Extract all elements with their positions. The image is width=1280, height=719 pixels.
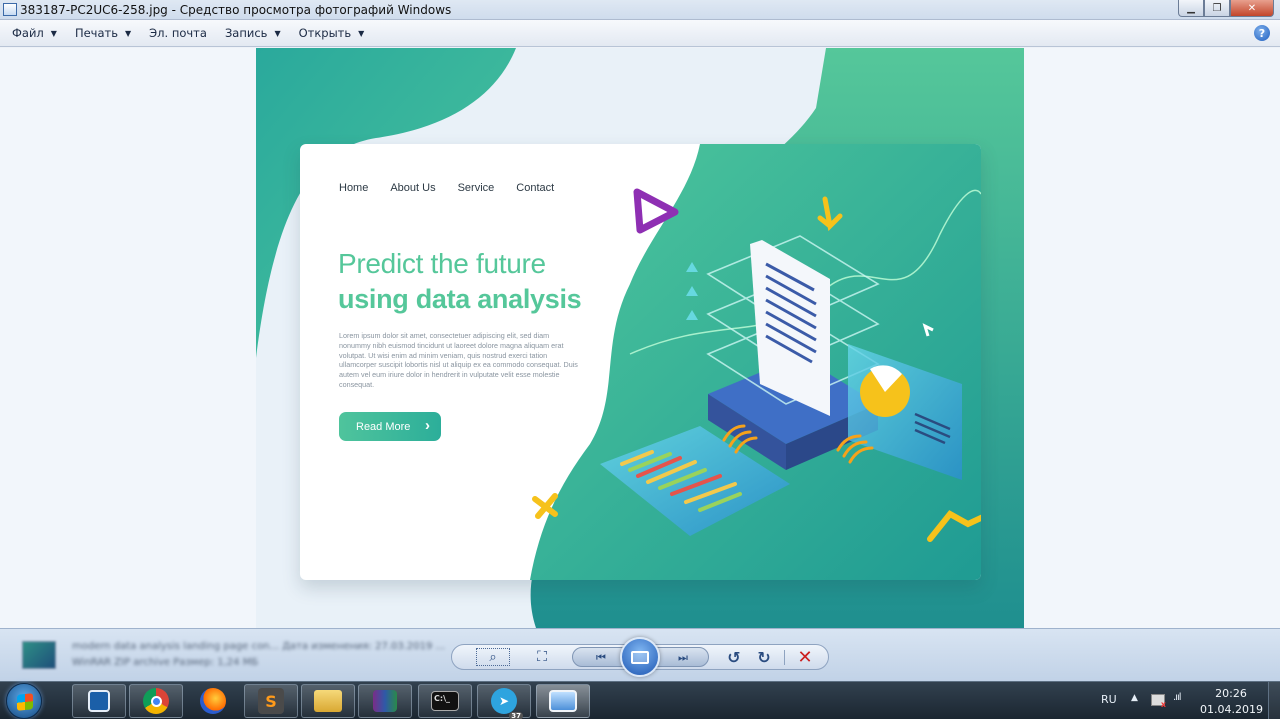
menu-file-label: Файл xyxy=(12,26,44,40)
folder-icon xyxy=(314,690,342,712)
chevron-right-icon: › xyxy=(425,417,430,434)
next-button[interactable]: ⏭ xyxy=(673,646,693,670)
taskbar-telegram[interactable]: ➤ 37 xyxy=(477,684,531,719)
minimize-button[interactable]: ▁ xyxy=(1178,0,1204,17)
previous-button[interactable]: ⏮ xyxy=(591,646,611,670)
chevron-down-icon: ▼ xyxy=(50,28,57,38)
show-desktop-button[interactable] xyxy=(1268,682,1280,719)
slideshow-button[interactable] xyxy=(620,637,660,677)
chevron-down-icon: ▼ xyxy=(274,28,281,38)
nav-about: About Us xyxy=(390,182,436,194)
menu-bar: Файл ▼ Печать ▼ Эл. почта Запись ▼ Откры… xyxy=(0,20,1280,47)
body-paragraph: Lorem ipsum dolor sit amet, consectetuer… xyxy=(339,331,578,389)
read-more-label: Read More xyxy=(356,420,411,433)
start-button[interactable] xyxy=(6,683,42,719)
winrar-icon xyxy=(373,690,397,712)
telegram-glyph: ➤ xyxy=(498,694,510,708)
nav-service: Service xyxy=(457,182,495,194)
delete-button[interactable]: ✕ xyxy=(794,645,816,669)
nav-contact: Contact xyxy=(516,182,555,194)
taskbar-explorer[interactable] xyxy=(301,684,355,718)
slideshow-icon xyxy=(631,650,649,664)
chrome-icon xyxy=(143,688,169,714)
file-thumbnail xyxy=(22,641,56,669)
taskbar-photo-viewer[interactable] xyxy=(536,684,590,718)
window-switcher-icon xyxy=(88,690,110,712)
sublime-text-icon: S xyxy=(258,688,284,714)
command-prompt-icon: C:\_ xyxy=(431,691,459,711)
divider xyxy=(784,650,785,665)
window-title: 383187-PC2UC6-258.jpg - Средство просмот… xyxy=(20,3,452,17)
taskbar: S C:\_ ➤ 37 RU ▲ .ııl 20:26 01.04.2019 xyxy=(0,681,1280,719)
window-controls: ▁ ❐ ✕ xyxy=(1178,0,1274,17)
headline-bold: using data analysis xyxy=(338,284,582,314)
menu-burn[interactable]: Запись ▼ xyxy=(225,26,281,40)
chevron-down-icon: ▼ xyxy=(358,28,365,38)
chevron-down-icon: ▼ xyxy=(124,28,132,38)
menu-open[interactable]: Открыть ▼ xyxy=(299,26,365,40)
photo-viewer-icon xyxy=(549,690,577,712)
file-info-line-1: modern data analysis landing page con...… xyxy=(72,641,446,652)
site-nav: Home About Us Service Contact xyxy=(339,182,576,194)
displayed-image: Home About Us Service Contact Predict th… xyxy=(256,48,1024,628)
menu-email[interactable]: Эл. почта xyxy=(149,26,207,40)
network-signal-icon[interactable]: .ııl xyxy=(1173,692,1181,703)
windows-logo-icon xyxy=(17,693,33,711)
help-icon[interactable]: ? xyxy=(1254,25,1270,41)
taskbar-sublime[interactable]: S xyxy=(244,684,298,718)
close-button[interactable]: ✕ xyxy=(1230,0,1274,17)
taskbar-chrome[interactable] xyxy=(129,684,183,718)
photo-viewer-app-icon xyxy=(3,3,17,16)
actual-size-button[interactable]: ⛶ xyxy=(532,645,552,669)
landing-page-card: Home About Us Service Contact Predict th… xyxy=(300,144,981,580)
maximize-button[interactable]: ❐ xyxy=(1204,0,1230,17)
show-hidden-icons-icon[interactable]: ▲ xyxy=(1131,693,1138,703)
rotate-left-button[interactable]: ↺ xyxy=(724,645,744,669)
menu-file[interactable]: Файл ▼ xyxy=(12,26,57,40)
clock-date[interactable]: 01.04.2019 xyxy=(1200,703,1263,716)
menu-open-label: Открыть xyxy=(298,26,352,40)
title-bar: 383187-PC2UC6-258.jpg - Средство просмот… xyxy=(0,0,1280,20)
taskbar-winrar[interactable] xyxy=(358,684,412,718)
headline-light: Predict the future xyxy=(338,248,546,279)
playback-controls: ⌕ ⛶ ⏮ ⏭ ↺ ↻ ✕ xyxy=(451,637,829,677)
zoom-button[interactable]: ⌕ xyxy=(476,648,510,666)
image-viewport: Home About Us Service Contact Predict th… xyxy=(0,48,1280,628)
rotate-right-button[interactable]: ↻ xyxy=(754,645,774,669)
firefox-icon xyxy=(200,688,226,714)
action-center-icon[interactable] xyxy=(1151,694,1166,709)
language-indicator[interactable]: RU xyxy=(1101,693,1117,706)
taskbar-app-switcher[interactable] xyxy=(72,684,126,718)
taskbar-firefox[interactable] xyxy=(186,684,240,718)
viewer-control-bar: modern data analysis landing page con...… xyxy=(0,628,1280,681)
nav-home: Home xyxy=(339,182,369,194)
menu-print[interactable]: Печать ▼ xyxy=(75,26,131,40)
menu-email-label: Эл. почта xyxy=(149,26,207,40)
menu-print-label: Печать xyxy=(74,26,118,40)
read-more-button: Read More › xyxy=(339,412,441,441)
taskbar-cmd[interactable]: C:\_ xyxy=(418,684,472,718)
telegram-icon: ➤ 37 xyxy=(491,688,523,719)
notification-badge: 37 xyxy=(509,712,523,719)
menu-burn-label: Запись xyxy=(224,26,268,40)
clock-time[interactable]: 20:26 xyxy=(1206,687,1256,700)
file-info-line-2: WinRAR ZIP archive Размер: 1,24 МБ xyxy=(72,657,259,668)
